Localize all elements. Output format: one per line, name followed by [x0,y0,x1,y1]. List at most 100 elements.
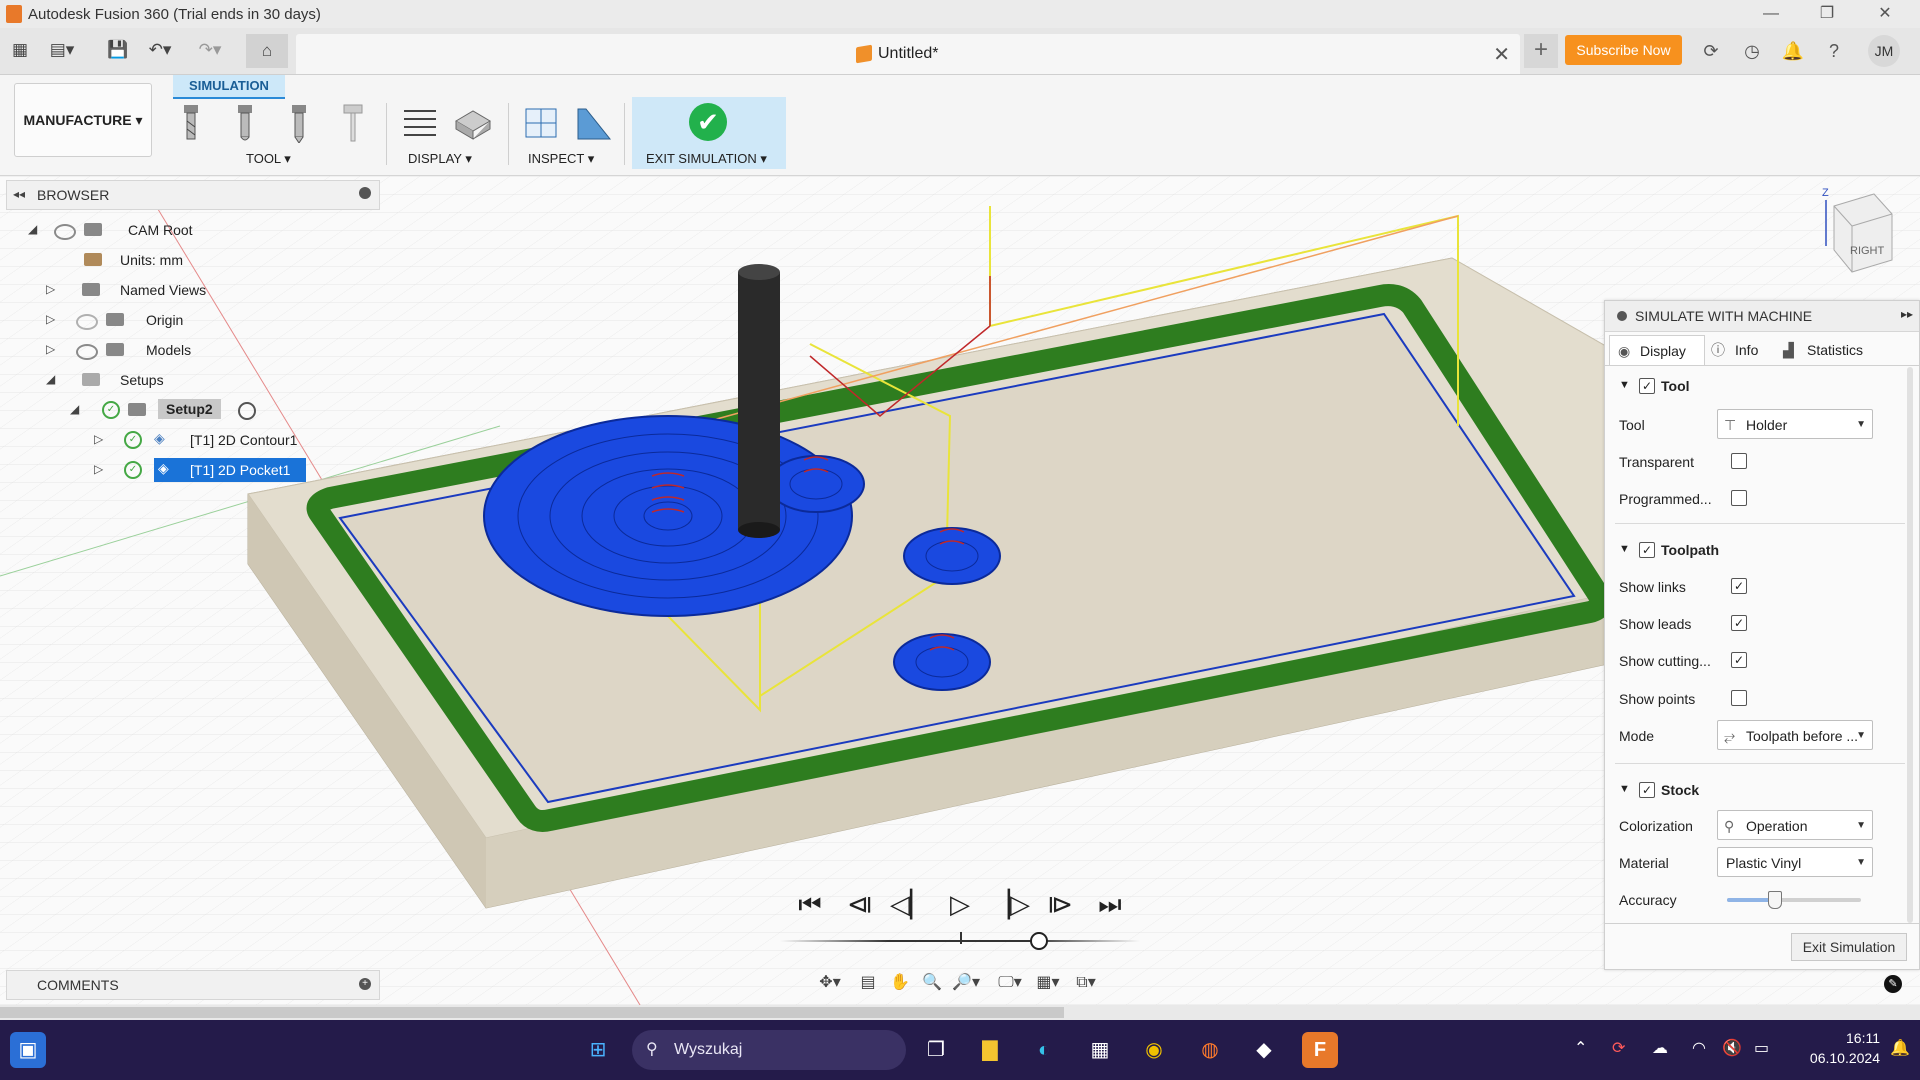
tree-node-models[interactable]: ▷ Models [46,336,366,364]
expand-triangle-icon[interactable]: ▷ [94,432,103,446]
expand-right-icon[interactable]: ▸▸ [1901,307,1913,321]
app-icon[interactable]: ◆ [1246,1032,1282,1068]
file-menu-icon[interactable]: ▤▾ [48,36,76,64]
task-view-icon[interactable]: ❐ [918,1032,954,1068]
look-at-icon[interactable]: ▤ [854,970,882,996]
exit-simulation-panel-button[interactable]: Exit Simulation [1791,933,1907,961]
step-forward-button[interactable]: ▕▷ [990,886,1030,922]
accuracy-slider-thumb[interactable] [1767,891,1782,909]
hidden-eye-icon[interactable] [76,314,98,330]
zoom-icon[interactable]: 🔍 [918,970,946,996]
expand-triangle-icon[interactable]: ▷ [94,462,103,476]
tool-ballmill-icon[interactable] [228,103,262,143]
material-dropdown[interactable]: Plastic Vinyl ▼ [1717,847,1873,877]
fusion360-taskbar-icon[interactable]: F [1302,1032,1338,1068]
wifi-icon[interactable]: ◠ [1692,1038,1706,1058]
show-links-checkbox[interactable]: ✓ [1731,578,1747,594]
toolpath-section-checkbox[interactable]: ✓ [1639,542,1655,558]
small-pocket-middle[interactable] [903,527,1001,585]
close-window-button[interactable]: ✕ [1862,0,1908,28]
close-tab-button[interactable]: ✕ [1493,42,1510,67]
viewports-icon[interactable]: ⧉▾ [1072,970,1100,996]
sync-icon[interactable]: ⟳ [1612,1038,1625,1058]
store-icon[interactable]: ▦ [1082,1032,1118,1068]
tree-node-units[interactable]: Units: mm [28,246,368,274]
tree-node-setups[interactable]: ◢ Setups [46,366,366,394]
small-pocket-bottom[interactable] [893,633,991,691]
collapse-triangle-icon[interactable]: ▼ [1619,379,1630,391]
visibility-eye-icon[interactable] [54,224,76,240]
feedback-icon[interactable]: ✎ [1884,975,1902,993]
tab-info[interactable]: ⓘ Info [1705,335,1777,365]
tool-group-label[interactable]: TOOL ▾ [246,151,291,167]
tab-statistics[interactable]: ▟ Statistics [1777,335,1897,365]
notification-bell-icon[interactable]: 🔔 [1890,1038,1910,1058]
notifications-icon[interactable]: 🔔 [1778,36,1808,66]
panel-header[interactable]: SIMULATE WITH MACHINE ▸▸ [1605,301,1919,332]
step-back-button[interactable]: ◁▏ [890,886,930,922]
tool-dropdown[interactable]: ⊤ Holder ▼ [1717,409,1873,439]
tool-holder[interactable] [738,264,780,538]
collapse-triangle-icon[interactable]: ▼ [1619,543,1630,555]
save-icon[interactable]: 💾 [104,36,132,64]
minimize-button[interactable]: — [1748,0,1794,28]
previous-operation-button[interactable]: ⧏ [840,886,880,922]
display-lines-icon[interactable] [400,103,440,143]
collapse-triangle-icon[interactable]: ◢ [46,372,55,386]
collapse-triangle-icon[interactable]: ▼ [1619,783,1630,795]
tree-node-named-views[interactable]: ▷ Named Views [46,276,366,304]
large-pocket[interactable] [483,415,853,617]
display-settings-icon[interactable]: 🖵▾ [996,970,1024,996]
panel-scrollbar[interactable] [1907,367,1913,923]
mode-dropdown[interactable]: ⥂ Toolpath before ... ▼ [1717,720,1873,750]
active-setup-icon[interactable] [238,402,256,420]
inspect-section-icon[interactable] [522,103,560,143]
tab-simulation[interactable]: SIMULATION [173,75,285,99]
tree-node-cam-root[interactable]: ◢ CAM Root [28,216,368,244]
play-button[interactable]: ▷ [940,886,980,922]
inspect-measure-icon[interactable] [574,103,616,143]
tree-node-origin[interactable]: ▷ Origin [46,306,366,334]
firefox-icon[interactable]: ◍ [1192,1032,1228,1068]
scrollbar-thumb[interactable] [0,1007,1064,1018]
inspect-group-label[interactable]: INSPECT ▾ [528,151,594,167]
zoom-window-icon[interactable]: 🔎▾ [952,970,980,996]
tool-drill-icon[interactable] [282,103,316,143]
taskbar-clock[interactable]: 16:11 06.10.2024 [1790,1028,1880,1068]
chrome-icon[interactable]: ◉ [1136,1032,1172,1068]
orbit-icon[interactable]: ✥▾ [816,970,844,996]
battery-icon[interactable]: ▭ [1754,1038,1769,1058]
taskbar-search[interactable]: ⚲ Wyszukaj [632,1030,906,1070]
go-to-start-button[interactable]: ⏮ [790,886,830,922]
workspace-switcher[interactable]: MANUFACTURE ▾ [14,83,152,157]
programmed-checkbox[interactable] [1731,490,1747,506]
home-icon[interactable]: ⌂ [246,34,288,68]
next-operation-button[interactable]: ⧐ [1040,886,1080,922]
small-pocket-top[interactable] [767,455,865,513]
redo-icon[interactable]: ↷▾ [196,36,224,64]
transparent-checkbox[interactable] [1731,453,1747,469]
add-comment-icon[interactable]: + [359,978,371,990]
browser-pin-icon[interactable] [359,187,371,199]
stock-section-checkbox[interactable]: ✓ [1639,782,1655,798]
tool-section-checkbox[interactable]: ✓ [1639,378,1655,394]
subscribe-button[interactable]: Subscribe Now [1565,35,1682,65]
show-points-checkbox[interactable] [1731,690,1747,706]
job-status-icon[interactable]: ◷ [1737,36,1767,66]
show-leads-checkbox[interactable]: ✓ [1731,615,1747,631]
tray-chevron-icon[interactable]: ⌃ [1574,1038,1587,1058]
go-to-end-button[interactable]: ⏭ [1090,886,1130,922]
tree-node-setup2[interactable]: ◢ ✓ Setup2 [70,396,370,424]
tab-display[interactable]: ◉ Display [1609,335,1705,365]
help-icon[interactable]: ? [1819,36,1849,66]
accuracy-slider-track[interactable] [1727,891,1861,909]
grid-settings-icon[interactable]: ▦▾ [1034,970,1062,996]
volume-muted-icon[interactable]: 🔇 [1722,1038,1742,1058]
tree-node-pocket[interactable]: ▷ ✓ ◈ [T1] 2D Pocket1 [94,456,374,484]
app-grid-icon[interactable]: ▦ [6,36,34,64]
display-group-label[interactable]: DISPLAY ▾ [408,151,472,167]
user-avatar[interactable]: JM [1868,35,1900,67]
windows-start-icon[interactable]: ⊞ [580,1032,616,1068]
document-tab[interactable]: Untitled* ✕ [296,34,1520,74]
edge-icon[interactable]: ◐ [1026,1032,1062,1068]
